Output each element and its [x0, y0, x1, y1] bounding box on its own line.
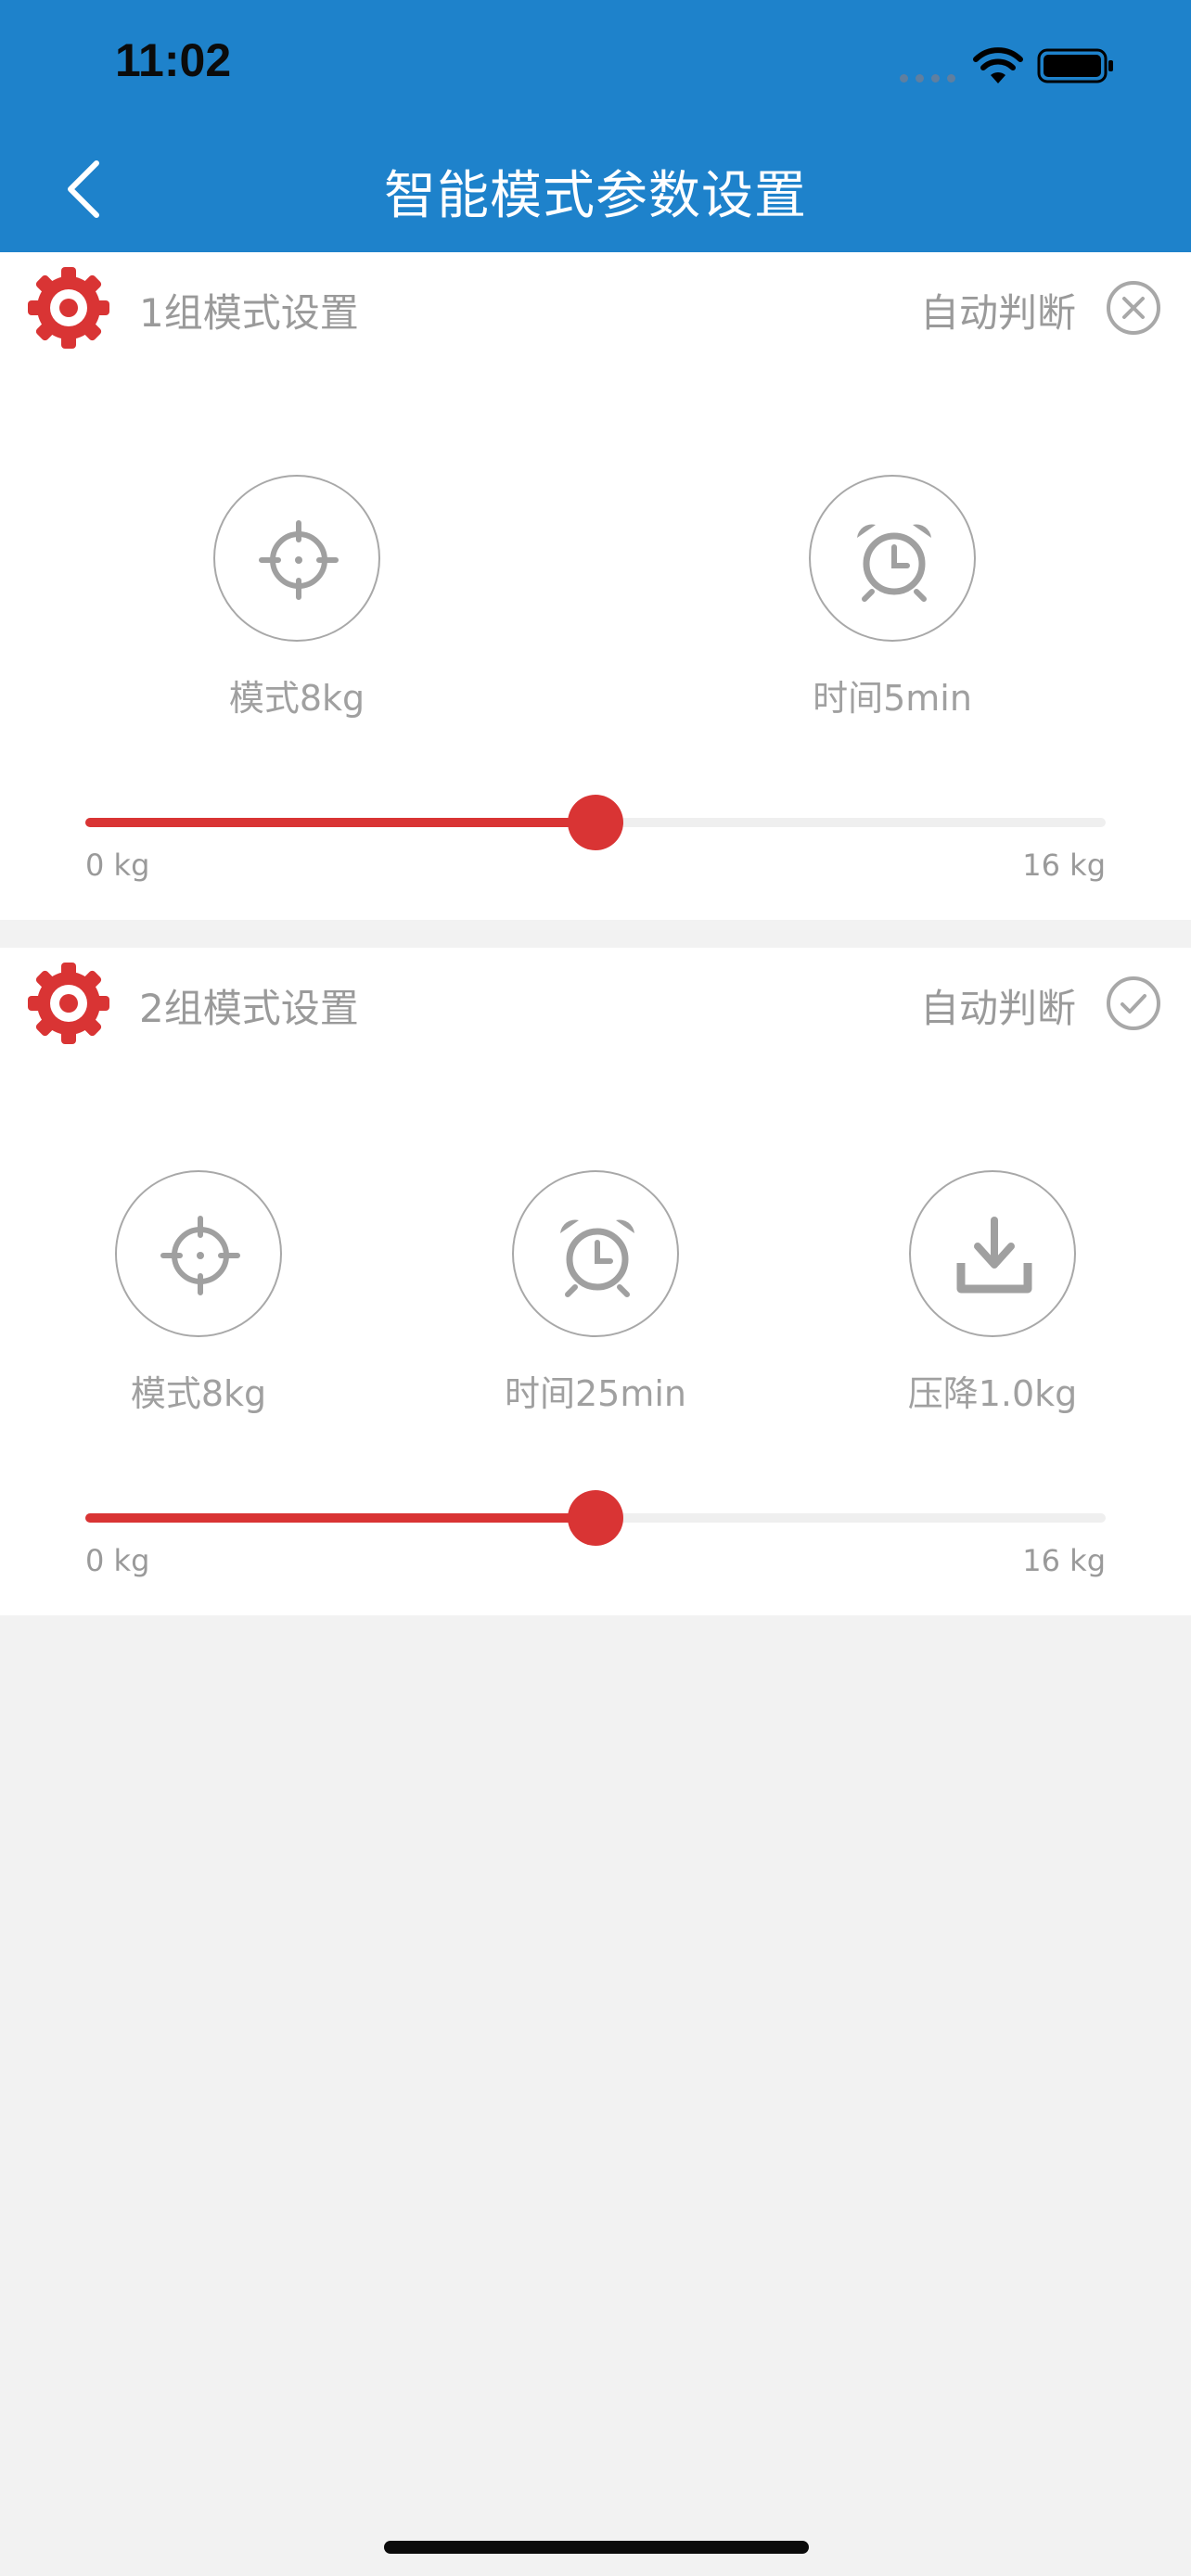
param-label: 模式8kg [228, 678, 365, 719]
param-label: 时间25min [504, 1373, 686, 1414]
param-time-button[interactable] [809, 475, 976, 642]
battery-icon [1037, 48, 1113, 83]
param-pressure-drop[interactable]: 压降1.0kg [881, 1170, 1104, 1416]
slider-thumb[interactable] [568, 1490, 623, 1546]
param-mode-button[interactable] [115, 1170, 282, 1337]
slider-fill [85, 1513, 596, 1523]
app-header: 11:02 智能模式参数设置 [0, 0, 1191, 252]
group-2-card: 2组模式设置 自动判断 模式8kg 时间25min 压降1.0kg 0 kg 1… [0, 948, 1191, 1615]
status-time: 11:02 [115, 34, 232, 86]
auto-judge-label[interactable]: 自动判断 [920, 282, 1076, 338]
gear-icon [28, 267, 109, 349]
group-1-card: 1组模式设置 自动判断 模式8kg 时间5min 0 kg 16 kg [0, 252, 1191, 920]
page-title: 智能模式参数设置 [384, 166, 807, 226]
slider-max-label: 16 kg [1022, 1543, 1106, 1578]
gear-icon [28, 963, 109, 1044]
slider-min-label: 0 kg [85, 848, 150, 883]
crosshair-icon [160, 1216, 240, 1295]
group-title: 1组模式设置 [139, 290, 359, 336]
param-mode[interactable]: 模式8kg [186, 475, 408, 721]
param-label: 模式8kg [130, 1373, 267, 1414]
param-mode-button[interactable] [213, 475, 380, 642]
param-label: 压降1.0kg [907, 1373, 1078, 1414]
slider-fill [85, 818, 596, 827]
wifi-icon [973, 47, 1023, 83]
param-time-button[interactable] [512, 1170, 679, 1337]
crosshair-icon [259, 520, 339, 600]
cellular-signal-icon [900, 74, 957, 83]
param-mode[interactable]: 模式8kg [87, 1170, 310, 1416]
weight-slider[interactable] [85, 1489, 1106, 1546]
slider-max-label: 16 kg [1022, 848, 1106, 883]
weight-slider[interactable] [85, 794, 1106, 850]
slider-thumb[interactable] [568, 795, 623, 850]
download-icon [956, 1217, 1032, 1294]
group-title: 2组模式设置 [139, 986, 359, 1031]
auto-judge-label[interactable]: 自动判断 [920, 977, 1076, 1034]
close-circle-icon[interactable] [1106, 280, 1161, 336]
param-time[interactable]: 时间5min [781, 475, 1004, 721]
slider-min-label: 0 kg [85, 1543, 150, 1578]
home-indicator [384, 2541, 809, 2554]
param-label: 时间5min [813, 678, 972, 719]
check-circle-icon[interactable] [1106, 976, 1161, 1031]
alarm-clock-icon [857, 524, 931, 602]
param-pressure-drop-button[interactable] [909, 1170, 1076, 1337]
param-time[interactable]: 时间25min [484, 1170, 707, 1416]
alarm-clock-icon [560, 1219, 634, 1297]
